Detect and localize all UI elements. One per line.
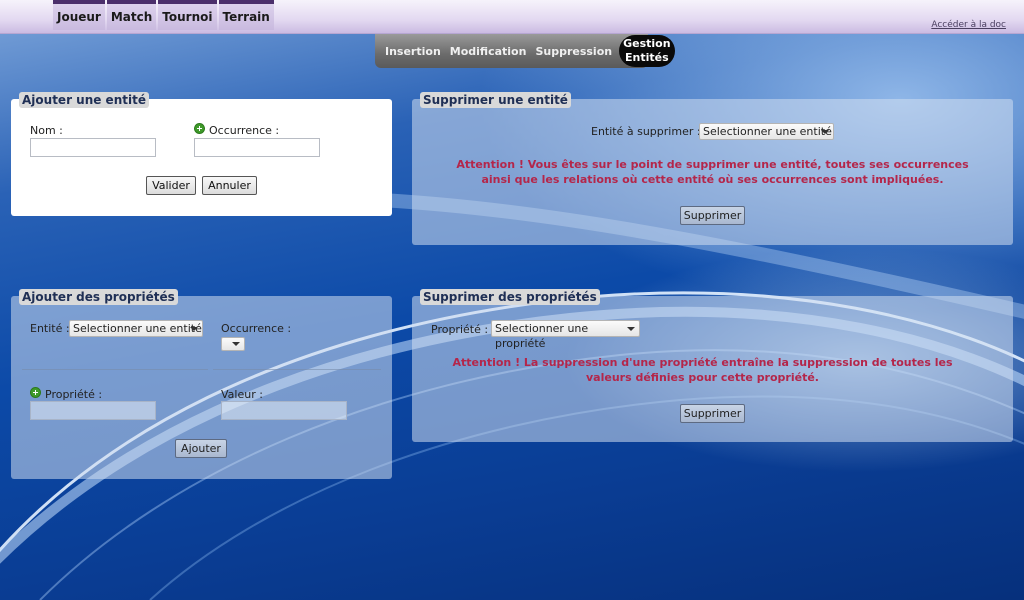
delete-properties-panel: Supprimer des propriétés Propriété : Sel… bbox=[412, 289, 1013, 442]
nav-item-match[interactable]: Match bbox=[106, 0, 157, 30]
entity-select-value: Selectionner une entité bbox=[73, 322, 202, 335]
entity-select[interactable]: Selectionner une entité bbox=[69, 320, 203, 337]
submenu-gestion-line2: Entités bbox=[625, 51, 669, 64]
chevron-down-icon bbox=[627, 327, 635, 331]
nav-item-joueur[interactable]: Joueur bbox=[53, 0, 105, 30]
nav-item-tournoi[interactable]: Tournoi bbox=[158, 0, 217, 30]
delete-entity-title: Supprimer une entité bbox=[420, 92, 571, 108]
occurrence-label: Occurrence : bbox=[209, 124, 280, 137]
chevron-down-icon bbox=[821, 130, 829, 134]
submenu-modification[interactable]: Modification bbox=[450, 45, 527, 58]
main-nav: Joueur Match Tournoi Terrain bbox=[53, 0, 276, 30]
top-navigation-bar: Joueur Match Tournoi Terrain Accéder à l… bbox=[0, 0, 1024, 34]
add-properties-panel: Ajouter des propriétés Entité : Selectio… bbox=[11, 289, 392, 479]
entity-to-delete-value: Selectionner une entité bbox=[703, 125, 832, 138]
documentation-link[interactable]: Accéder à la doc bbox=[931, 20, 1006, 30]
value-label: Valeur : bbox=[221, 388, 263, 401]
divider bbox=[213, 369, 381, 370]
delete-entity-panel: Supprimer une entité Entité à supprimer … bbox=[412, 92, 1013, 245]
add-property-icon[interactable] bbox=[30, 387, 41, 398]
submenu-suppression[interactable]: Suppression bbox=[535, 45, 612, 58]
delete-properties-button[interactable]: Supprimer bbox=[680, 404, 745, 423]
sub-menu: Insertion Modification Suppression Gesti… bbox=[375, 34, 675, 68]
entity-to-delete-select[interactable]: Selectionner une entité bbox=[699, 123, 834, 140]
delete-properties-title: Supprimer des propriétés bbox=[420, 289, 600, 305]
value-input[interactable] bbox=[221, 401, 347, 420]
property-input[interactable] bbox=[30, 401, 156, 420]
divider bbox=[22, 369, 208, 370]
validate-button[interactable]: Valider bbox=[146, 176, 196, 195]
add-property-button[interactable]: Ajouter bbox=[175, 439, 227, 458]
cancel-button[interactable]: Annuler bbox=[202, 176, 257, 195]
occurrence-select[interactable] bbox=[221, 337, 245, 351]
add-entity-panel: Ajouter une entité Nom : Occurrence : Va… bbox=[11, 92, 392, 216]
add-entity-title: Ajouter une entité bbox=[19, 92, 149, 108]
chevron-down-icon bbox=[190, 327, 198, 331]
submenu-insertion[interactable]: Insertion bbox=[385, 45, 441, 58]
occurrence-label: Occurrence : bbox=[221, 322, 292, 335]
entity-to-delete-label: Entité à supprimer : bbox=[591, 125, 701, 138]
property-label: Propriété : bbox=[431, 323, 489, 336]
delete-entity-warning: Attention ! Vous êtes sur le point de su… bbox=[456, 158, 969, 186]
nav-item-terrain[interactable]: Terrain bbox=[218, 0, 274, 30]
delete-properties-warning: Attention ! La suppression d'une proprié… bbox=[452, 356, 953, 384]
name-input[interactable] bbox=[30, 138, 156, 157]
property-select-value: Selectionner une propriété bbox=[495, 322, 589, 350]
add-properties-title: Ajouter des propriétés bbox=[19, 289, 178, 305]
add-occurrence-icon[interactable] bbox=[194, 123, 205, 134]
occurrence-input[interactable] bbox=[194, 138, 320, 157]
submenu-gestion-entites[interactable]: Gestion Entités bbox=[619, 35, 675, 67]
property-select[interactable]: Selectionner une propriété bbox=[491, 320, 640, 350]
submenu-gestion-line1: Gestion bbox=[623, 37, 671, 50]
entity-label: Entité : bbox=[30, 322, 70, 335]
name-label: Nom : bbox=[30, 124, 63, 137]
property-label: Propriété : bbox=[45, 388, 103, 401]
delete-entity-button[interactable]: Supprimer bbox=[680, 206, 745, 225]
chevron-down-icon bbox=[232, 342, 240, 346]
